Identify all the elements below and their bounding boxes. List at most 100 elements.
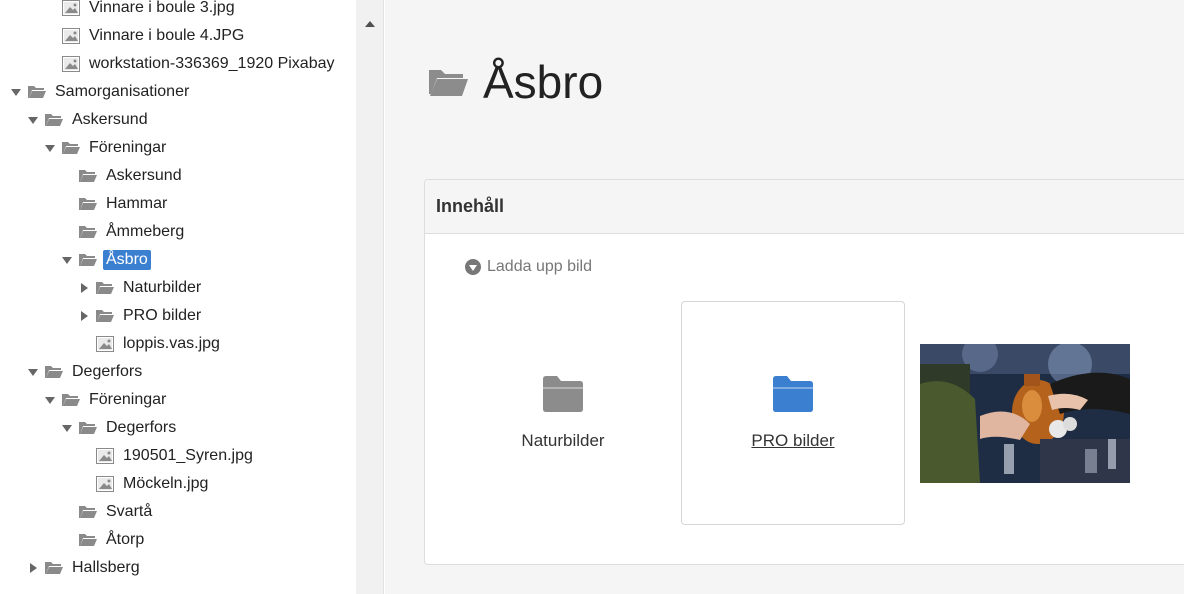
- toggle-spacer: [44, 30, 56, 42]
- tree-item-label: Åtorp: [106, 531, 145, 548]
- page-title-text: Åsbro: [483, 56, 604, 108]
- tree-folder-item[interactable]: Hallsberg: [0, 555, 356, 581]
- tree-item-label: Vinnare i boule 4.JPG: [89, 27, 245, 44]
- tree-folder-item[interactable]: Degerfors: [0, 359, 356, 385]
- folder-icon: [79, 253, 97, 267]
- toggle-spacer: [61, 198, 73, 210]
- folder-icon: [62, 141, 80, 155]
- upload-label: Ladda upp bild: [487, 258, 592, 275]
- content-panel: Innehåll Ladda upp bild Naturbilder PRO …: [424, 179, 1184, 565]
- image-file-icon: [62, 0, 80, 16]
- tree-folder-item[interactable]: Degerfors: [0, 415, 356, 441]
- folder-tile-naturbilder[interactable]: Naturbilder: [451, 301, 675, 525]
- tree-item-label: Naturbilder: [123, 279, 202, 296]
- scroll-up-arrow-icon[interactable]: [365, 21, 375, 27]
- tree-item-label: Degerfors: [106, 419, 177, 436]
- tree-file-item[interactable]: workstation-336369_1920 Pixabay: [0, 51, 356, 77]
- tree-item-label: Askersund: [72, 111, 148, 128]
- folder-tile-label: PRO bilder: [751, 431, 835, 450]
- tree-item-label: Hammar: [106, 195, 168, 212]
- toggle-spacer: [61, 170, 73, 182]
- upload-image-button[interactable]: Ladda upp bild: [465, 258, 592, 276]
- folder-icon: [45, 561, 63, 575]
- toggle-spacer: [78, 450, 90, 462]
- image-thumbnail-loppis-vas[interactable]: [920, 344, 1130, 483]
- tree-file-item[interactable]: loppis.vas.jpg: [0, 331, 356, 357]
- toggle-spacer: [44, 2, 56, 14]
- folder-icon: [45, 113, 63, 127]
- toggle-spacer: [78, 478, 90, 490]
- tree-item-label: workstation-336369_1920 Pixabay: [89, 55, 335, 72]
- tree-item-label: 190501_Syren.jpg: [123, 447, 253, 464]
- folder-icon: [79, 197, 97, 211]
- folder-icon: [79, 421, 97, 435]
- folder-icon: [543, 376, 583, 412]
- collapsed-toggle-icon[interactable]: [27, 562, 39, 574]
- collapsed-toggle-icon[interactable]: [78, 282, 90, 294]
- tree-folder-item[interactable]: Föreningar: [0, 135, 356, 161]
- folder-icon: [96, 309, 114, 323]
- folder-icon: [79, 505, 97, 519]
- expanded-toggle-icon[interactable]: [44, 142, 56, 154]
- main-content: Åsbro Innehåll Ladda upp bild Naturbilde…: [385, 0, 1184, 594]
- tree-file-item[interactable]: Vinnare i boule 4.JPG: [0, 23, 356, 49]
- folder-icon: [773, 376, 813, 412]
- expanded-toggle-icon[interactable]: [61, 254, 73, 266]
- tree-file-item[interactable]: Möckeln.jpg: [0, 471, 356, 497]
- tree-folder-item[interactable]: Åtorp: [0, 527, 356, 553]
- folder-icon: [79, 225, 97, 239]
- expanded-toggle-icon[interactable]: [44, 394, 56, 406]
- image-file-icon: [62, 28, 80, 44]
- folder-tree: Vinnare i boule 3.jpg Vinnare i boule 4.J…: [0, 0, 356, 594]
- tree-item-label: Möckeln.jpg: [123, 475, 209, 492]
- folder-tile-label: Naturbilder: [521, 431, 605, 450]
- image-file-icon: [96, 448, 114, 464]
- folder-icon: [79, 533, 97, 547]
- tree-item-label: Hallsberg: [72, 559, 140, 576]
- tree-folder-item[interactable]: Föreningar: [0, 387, 356, 413]
- tree-folder-item[interactable]: Naturbilder: [0, 275, 356, 301]
- folder-icon: [79, 169, 97, 183]
- tree-item-label-selected: Åsbro: [103, 250, 151, 270]
- page-title: Åsbro: [427, 52, 603, 112]
- expanded-toggle-icon[interactable]: [10, 86, 22, 98]
- upload-circle-icon: [465, 259, 481, 275]
- folder-icon: [45, 365, 63, 379]
- folder-open-icon: [429, 70, 468, 96]
- tree-folder-item[interactable]: Svartå: [0, 499, 356, 525]
- tree-folder-item[interactable]: Samorganisationer: [0, 79, 356, 105]
- tree-folder-item[interactable]: Åmmeberg: [0, 219, 356, 245]
- tree-file-item[interactable]: 190501_Syren.jpg: [0, 443, 356, 469]
- tree-folder-item[interactable]: Åsbro: [0, 247, 356, 273]
- tree-folder-item[interactable]: Hammar: [0, 191, 356, 217]
- tree-item-label: Åmmeberg: [106, 223, 185, 240]
- toggle-spacer: [61, 226, 73, 238]
- expanded-toggle-icon[interactable]: [27, 366, 39, 378]
- expanded-toggle-icon[interactable]: [27, 114, 39, 126]
- tree-file-item[interactable]: Vinnare i boule 3.jpg: [0, 0, 356, 21]
- tree-folder-item[interactable]: Askersund: [0, 107, 356, 133]
- tree-item-label: Vinnare i boule 3.jpg: [89, 0, 235, 16]
- tree-item-label: Föreningar: [89, 391, 167, 408]
- folder-icon: [28, 85, 46, 99]
- tree-folder-item[interactable]: Askersund: [0, 163, 356, 189]
- folder-tile-pro-bilder[interactable]: PRO bilder: [681, 301, 905, 525]
- tree-item-label: Degerfors: [72, 363, 143, 380]
- tree-folder-item[interactable]: PRO bilder: [0, 303, 356, 329]
- collapsed-toggle-icon[interactable]: [78, 310, 90, 322]
- folder-icon: [96, 281, 114, 295]
- tree-item-label: PRO bilder: [123, 307, 202, 324]
- image-file-icon: [96, 476, 114, 492]
- tree-item-label: loppis.vas.jpg: [123, 335, 220, 352]
- tree-item-label: Föreningar: [89, 139, 167, 156]
- toggle-spacer: [61, 506, 73, 518]
- expanded-toggle-icon[interactable]: [61, 422, 73, 434]
- panel-heading: Innehåll: [425, 180, 1184, 234]
- toggle-spacer: [61, 534, 73, 546]
- toggle-spacer: [44, 58, 56, 70]
- tree-scrollbar[interactable]: [356, 0, 384, 594]
- tree-item-label: Askersund: [106, 167, 182, 184]
- image-file-icon: [62, 56, 80, 72]
- tree-item-label: Samorganisationer: [55, 83, 190, 100]
- thumbnail-photo: [920, 344, 1130, 483]
